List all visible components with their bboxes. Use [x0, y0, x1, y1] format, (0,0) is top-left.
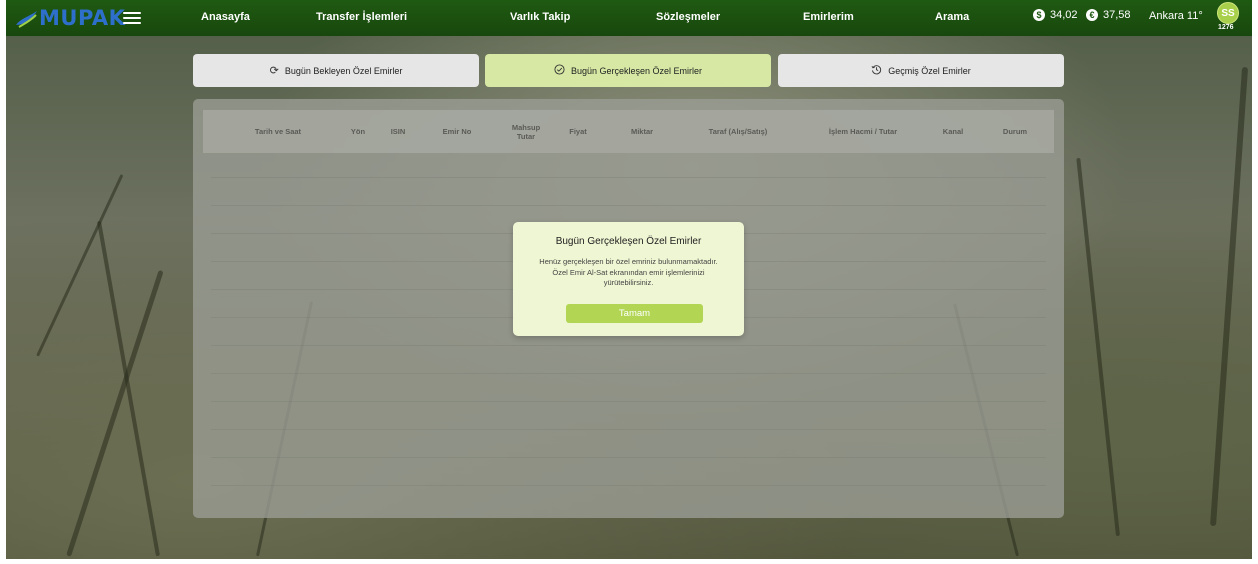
row-divider [211, 457, 1046, 458]
usd-rate: $ 34,02 [1033, 9, 1078, 21]
tab-label: Bugün Gerçekleşen Özel Emirler [570, 65, 703, 76]
column-header[interactable]: Mahsup Tutar [506, 110, 546, 153]
tab-label: Bugün Bekleyen Özel Emirler [284, 65, 403, 76]
usd-rate-value: 34,02 [1050, 9, 1078, 21]
weather-text: Ankara 11° [1149, 10, 1203, 22]
history-icon [871, 64, 882, 78]
nav-item-anasayfa[interactable]: Anasayfa [201, 11, 250, 23]
menu-icon[interactable] [123, 9, 141, 25]
row-divider [211, 205, 1046, 206]
row-divider [211, 429, 1046, 430]
tab-pending-orders[interactable]: ⟳ Bugün Bekleyen Özel Emirler [193, 54, 479, 87]
nav-item-arama[interactable]: Arama [935, 11, 969, 23]
tab-label: Geçmiş Özel Emirler [888, 65, 971, 76]
user-number: 1276 [1218, 24, 1234, 31]
dialog-message: Henüz gerçekleşen bir özel emriniz bulun… [539, 257, 718, 287]
brand-logo[interactable]: MUPAK [14, 6, 125, 30]
row-divider [211, 373, 1046, 374]
column-header[interactable]: Fiyat [563, 110, 593, 153]
brand-name: MUPAK [39, 6, 126, 30]
ok-button[interactable]: Tamam [566, 304, 703, 323]
column-header[interactable]: Tarih ve Saat [237, 110, 319, 153]
nav-item-varlik-takip[interactable]: Varlık Takip [510, 11, 570, 23]
row-divider [211, 401, 1046, 402]
logo-swoosh-icon [16, 11, 37, 28]
row-divider [211, 177, 1046, 178]
column-header[interactable]: Emir No [435, 110, 479, 153]
column-header[interactable]: ISIN [383, 110, 413, 153]
column-header[interactable]: Kanal [933, 110, 973, 153]
check-circle-icon [554, 63, 565, 78]
tab-completed-orders[interactable]: Bugün Gerçekleşen Özel Emirler [485, 54, 771, 87]
euro-icon: € [1086, 9, 1098, 21]
app-frame: MUPAK Anasayfa Transfer İşlemleri Varlık… [6, 0, 1252, 559]
refresh-icon: ⟳ [269, 65, 279, 77]
avatar[interactable]: SS [1217, 2, 1239, 24]
eur-rate: € 37,58 [1086, 9, 1131, 21]
column-header[interactable]: Durum [993, 110, 1037, 153]
table-header: Tarih ve Saat Yön ISIN Emir No Mahsup Tu… [203, 110, 1054, 153]
row-divider [211, 345, 1046, 346]
eur-rate-value: 37,58 [1103, 9, 1131, 21]
column-header[interactable]: Taraf (Alış/Satış) [691, 110, 785, 153]
nav-item-emirlerim[interactable]: Emirlerim [803, 11, 854, 23]
info-dialog: Bugün Gerçekleşen Özel Emirler Henüz ger… [513, 222, 744, 336]
row-divider [211, 485, 1046, 486]
nav-item-transfer[interactable]: Transfer İşlemleri [316, 11, 407, 23]
dialog-title: Bugün Gerçekleşen Özel Emirler [555, 236, 702, 247]
column-header[interactable]: Yön [343, 110, 373, 153]
nav-item-sozlesmeler[interactable]: Sözleşmeler [656, 11, 720, 23]
column-header[interactable]: Miktar [622, 110, 662, 153]
dollar-icon: $ [1033, 9, 1045, 21]
column-header[interactable]: İşlem Hacmi / Tutar [813, 110, 913, 153]
tab-past-orders[interactable]: Geçmiş Özel Emirler [778, 54, 1064, 87]
top-navigation-bar: MUPAK Anasayfa Transfer İşlemleri Varlık… [6, 0, 1252, 36]
